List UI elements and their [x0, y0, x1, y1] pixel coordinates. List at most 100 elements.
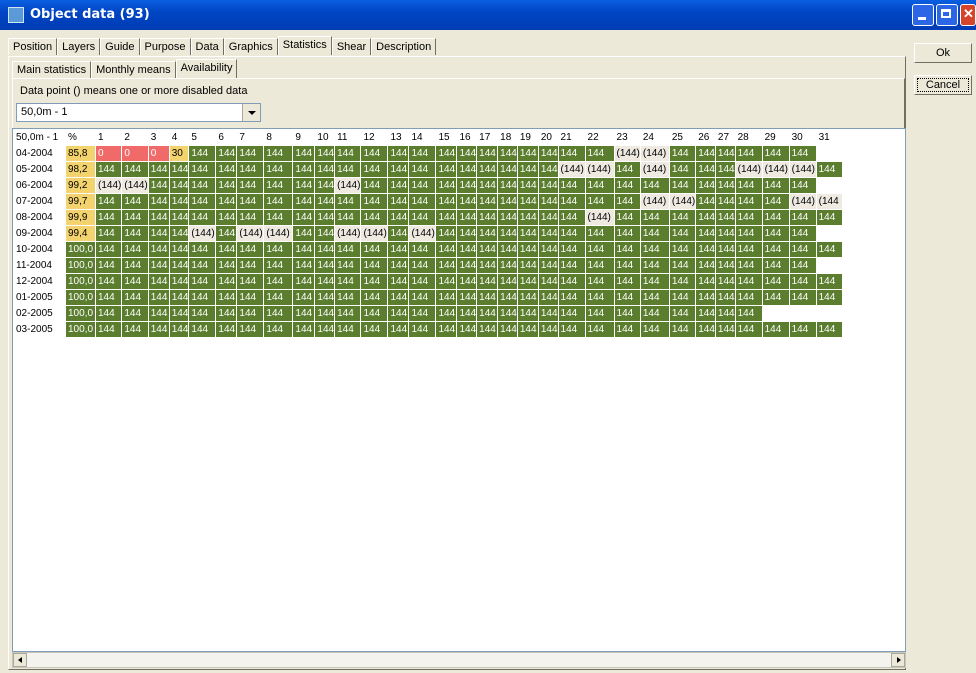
tab-graphics[interactable]: Graphics — [223, 38, 278, 55]
row-percent: 85,8 — [65, 145, 96, 162]
day-cell: 144 — [537, 289, 559, 306]
height-select[interactable]: 50,0m - 1 — [16, 103, 261, 122]
day-cell: 144 — [639, 305, 670, 322]
day-cell: 144 — [714, 177, 736, 194]
day-cell: 144 — [668, 321, 697, 338]
day-cell — [815, 305, 843, 322]
day-cell: 144 — [695, 305, 716, 322]
day-cell: 144 — [456, 161, 478, 178]
row-label: 12-2004 — [13, 273, 66, 290]
title-bar[interactable]: Object data (93) — [0, 0, 976, 30]
day-cell: 144 — [557, 193, 586, 210]
tab-statistics[interactable]: Statistics — [277, 36, 332, 55]
column-header-day: 2 — [121, 129, 149, 146]
day-cell: 144 — [584, 257, 615, 274]
day-cell: 144 — [236, 161, 265, 178]
tab-layers[interactable]: Layers — [57, 38, 101, 55]
chevron-down-icon[interactable] — [242, 104, 260, 121]
scroll-right-icon[interactable] — [891, 653, 905, 667]
day-cell: 144 — [314, 273, 336, 290]
table-row[interactable]: 03-2005 100,0 144 144 144 144 144 144 144 144 144 1… — [13, 321, 843, 338]
day-cell: 144 — [476, 193, 499, 210]
row-percent: 99,9 — [65, 209, 96, 226]
day-cell: 144 — [516, 209, 539, 226]
day-cell: 144 — [557, 145, 586, 162]
table-row[interactable]: 09-2004 99,4 144 144 144 144 (144) 144 (144) (144… — [13, 225, 843, 242]
availability-grid[interactable]: 50,0m - 1% 1 2 3 4 5 6 7 8 9 10 11 12 13 14 15 16 17 18 19 2… — [12, 128, 906, 652]
horizontal-scrollbar[interactable] — [12, 652, 906, 668]
day-cell: 144 — [557, 225, 586, 242]
day-cell: 144 — [557, 209, 586, 226]
tab-data[interactable]: Data — [190, 38, 224, 55]
table-row[interactable]: 02-2005 100,0 144 144 144 144 144 144 144 144 144 1… — [13, 305, 843, 322]
day-cell: 144 — [435, 321, 458, 338]
close-icon[interactable] — [960, 4, 976, 26]
day-cell: 144 — [695, 177, 716, 194]
day-cell: 144 — [215, 177, 238, 194]
day-cell: 144 — [668, 257, 697, 274]
day-cell: 144 — [476, 305, 499, 322]
day-cell: 144 — [236, 193, 265, 210]
day-cell: (144) — [668, 193, 697, 210]
tab-guide[interactable]: Guide — [100, 38, 140, 55]
day-cell: 144 — [263, 241, 294, 258]
subtab-main-statistics[interactable]: Main statistics — [12, 61, 92, 78]
table-row[interactable]: 05-2004 98,2 144 144 144 144 144 144 144 144 144 14… — [13, 161, 843, 178]
scroll-left-icon[interactable] — [13, 653, 27, 667]
row-percent: 100,0 — [65, 273, 96, 290]
day-cell: 144 — [695, 257, 716, 274]
table-row[interactable]: 08-2004 99,9 144 144 144 144 144 144 144 144 144 14… — [13, 209, 843, 226]
day-cell: 144 — [537, 257, 559, 274]
day-cell: (144) — [584, 209, 615, 226]
tab-position[interactable]: Position — [8, 38, 58, 55]
day-cell: 144 — [734, 241, 763, 258]
table-row[interactable]: 04-2004 85,8 0 0 0 30 144 144 144 144 144 144 144 144… — [13, 145, 843, 162]
day-cell: 144 — [236, 177, 265, 194]
table-row[interactable]: 06-2004 99,2 (144) (144) 144 144 144 144 144 144 1… — [13, 177, 843, 194]
minimize-icon[interactable] — [912, 4, 934, 26]
table-row[interactable]: 10-2004 100,0 144 144 144 144 144 144 144 144 144 1… — [13, 241, 843, 258]
tab-description[interactable]: Description — [371, 38, 437, 55]
day-cell: 144 — [537, 177, 559, 194]
day-cell: 144 — [147, 289, 170, 306]
day-cell: 144 — [761, 289, 790, 306]
day-cell: 144 — [387, 257, 410, 274]
day-cell: 144 — [714, 257, 736, 274]
day-cell: 144 — [613, 273, 641, 290]
table-row[interactable]: 07-2004 99,7 144 144 144 144 144 144 144 144 144 14… — [13, 193, 843, 210]
subtab-availability[interactable]: Availability — [175, 59, 238, 78]
day-cell — [815, 225, 843, 242]
day-cell: 144 — [236, 273, 265, 290]
table-row[interactable]: 01-2005 100,0 144 144 144 144 144 144 144 144 144 1… — [13, 289, 843, 306]
day-cell: (144) — [639, 145, 670, 162]
day-cell — [761, 305, 790, 322]
table-row[interactable]: 11-2004 100,0 144 144 144 144 144 144 144 144 144 1… — [13, 257, 843, 274]
subtab-monthly-means[interactable]: Monthly means — [91, 61, 176, 78]
column-header-day: 17 — [476, 129, 499, 146]
column-header-day: 26 — [695, 129, 716, 146]
day-cell: 144 — [314, 225, 336, 242]
day-cell: 144 — [314, 321, 336, 338]
day-cell: 144 — [435, 161, 458, 178]
table-row[interactable]: 12-2004 100,0 144 144 144 144 144 144 144 144 144 1… — [13, 273, 843, 290]
day-cell: 144 — [188, 305, 217, 322]
tab-purpose[interactable]: Purpose — [139, 38, 191, 55]
day-cell: 144 — [334, 289, 362, 306]
column-header-day: 30 — [788, 129, 817, 146]
day-cell: 144 — [263, 177, 294, 194]
day-cell: 144 — [639, 209, 670, 226]
column-header-day: 22 — [584, 129, 615, 146]
ok-button[interactable]: Ok — [914, 43, 972, 63]
tab-shear[interactable]: Shear — [331, 38, 372, 55]
maximize-icon[interactable] — [936, 4, 958, 26]
day-cell: 144 — [121, 289, 149, 306]
cancel-button[interactable]: Cancel — [914, 75, 972, 95]
day-cell: 144 — [668, 273, 697, 290]
day-cell — [815, 257, 843, 274]
column-header-day: 24 — [639, 129, 670, 146]
day-cell: 144 — [215, 241, 238, 258]
day-cell: 144 — [215, 161, 238, 178]
row-percent: 100,0 — [65, 305, 96, 322]
day-cell: 144 — [360, 273, 389, 290]
day-cell: 144 — [639, 289, 670, 306]
